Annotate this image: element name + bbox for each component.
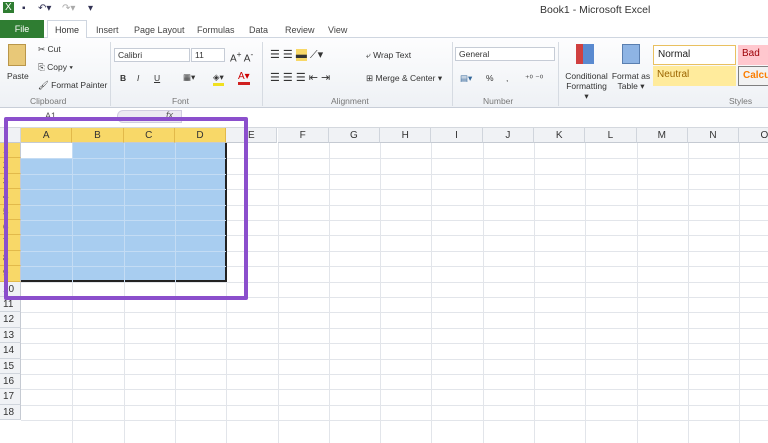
column-header-j[interactable]: J <box>482 128 534 143</box>
tab-formulas[interactable]: Formulas <box>197 25 235 35</box>
wrap-text-label: Wrap Text <box>373 50 412 60</box>
format-as-table-icon[interactable] <box>622 44 640 64</box>
row-header-18[interactable]: 18 <box>0 404 21 421</box>
gridline <box>21 312 768 314</box>
gridline <box>21 374 768 375</box>
grow-font-icon[interactable]: A+ A- <box>230 49 253 64</box>
excel-icon: X <box>3 2 14 13</box>
conditional-formatting-button[interactable]: Conditional Formatting ▾ <box>564 71 609 101</box>
row-header-15[interactable]: 15 <box>0 358 21 374</box>
paste-icon[interactable] <box>8 44 26 66</box>
gridline <box>277 143 279 443</box>
ribbon: Paste ✂ Cut ⎘ Copy ▾ 🖌 Format Painter Cl… <box>0 38 768 108</box>
separator <box>262 42 263 106</box>
clipboard-group-label: Clipboard <box>30 96 67 106</box>
gridline <box>21 358 768 360</box>
separator <box>110 42 111 106</box>
style-normal[interactable]: Normal <box>653 45 736 65</box>
gridline <box>687 143 689 443</box>
separator <box>558 42 559 106</box>
undo-icon[interactable]: ↶▾ <box>38 3 51 14</box>
conditional-formatting-icon[interactable] <box>576 44 594 64</box>
gridline <box>739 143 741 443</box>
number-group-label: Number <box>483 96 514 106</box>
styles-group-label: Styles <box>729 96 753 106</box>
tab-view[interactable]: View <box>328 25 347 35</box>
row-header-17[interactable]: 17 <box>0 389 21 405</box>
font-name-select[interactable]: Calibri <box>114 48 190 62</box>
tab-home[interactable]: Home <box>47 20 87 39</box>
number-format-select[interactable]: General <box>455 47 555 61</box>
font-group-label: Font <box>172 96 190 106</box>
row-header-13[interactable]: 13 <box>0 327 21 344</box>
separator <box>452 42 453 106</box>
comma-button[interactable]: , <box>506 73 508 83</box>
row-header-12[interactable]: 12 <box>0 312 21 328</box>
gridline <box>21 389 768 391</box>
gridline <box>21 327 768 329</box>
style-calculation[interactable]: Calcu <box>738 66 768 86</box>
gridline <box>328 143 330 443</box>
format-painter-button[interactable]: 🖌 Format Painter <box>38 80 107 91</box>
borders-icon[interactable]: ▦▾ <box>183 72 195 83</box>
title-bar: X ▪ ↶▾ ↷▾ ▾ Book1 - Microsoft Excel <box>0 0 768 20</box>
vertical-align-icons[interactable]: ☰ ☰ ▬ ⟋▾ <box>270 48 323 62</box>
row-header-16[interactable]: 16 <box>0 374 21 390</box>
italic-button[interactable]: I <box>137 73 139 83</box>
cut-label: Cut <box>47 44 61 54</box>
merge-center-button[interactable]: ⊞ Merge & Center ▾ <box>366 73 442 84</box>
gridline <box>534 143 535 443</box>
format-painter-label: Format Painter <box>51 80 108 90</box>
gridline <box>482 143 484 443</box>
tab-page-layout[interactable]: Page Layout <box>134 25 185 35</box>
gridline <box>431 143 433 443</box>
wrap-text-button[interactable]: ⤶ Wrap Text <box>366 50 411 61</box>
row-header-14[interactable]: 14 <box>0 343 21 359</box>
gridline <box>21 404 768 406</box>
gridline <box>21 420 768 422</box>
gridline <box>21 343 768 345</box>
column-header-n[interactable]: N <box>687 128 740 143</box>
redo-icon[interactable]: ↷▾ <box>62 3 75 14</box>
currency-icon[interactable]: ▤▾ <box>460 73 472 84</box>
save-icon[interactable]: ▪ <box>22 3 26 14</box>
copy-label: Copy ▾ <box>47 62 73 72</box>
font-color-icon[interactable]: A▾ <box>238 71 250 85</box>
style-bad[interactable]: Bad <box>738 45 768 65</box>
window-title: Book1 - Microsoft Excel <box>540 4 651 16</box>
bold-button[interactable]: B <box>120 73 126 83</box>
decimal-icons[interactable]: ⁺⁰ ⁻⁰ <box>525 73 543 84</box>
column-header-i[interactable]: I <box>431 128 483 143</box>
highlight-box <box>4 117 248 300</box>
tab-review[interactable]: Review <box>285 25 315 35</box>
column-header-k[interactable]: K <box>534 128 586 143</box>
percent-button[interactable]: % <box>486 73 494 83</box>
tab-insert[interactable]: Insert <box>96 25 119 35</box>
font-size-select[interactable]: 11 <box>191 48 225 62</box>
tab-file[interactable]: File <box>0 20 44 38</box>
column-header-h[interactable]: H <box>380 128 432 143</box>
gridline <box>585 143 587 443</box>
merge-label: Merge & Center ▾ <box>375 73 443 83</box>
horizontal-align-icons[interactable]: ☰ ☰ ☰ ⇤ ⇥ <box>270 71 330 84</box>
column-header-l[interactable]: L <box>585 128 637 143</box>
tab-data[interactable]: Data <box>249 25 268 35</box>
customize-icon[interactable]: ▾ <box>88 3 93 14</box>
fill-color-icon[interactable]: ◈▾ <box>213 72 224 86</box>
style-neutral[interactable]: Neutral <box>653 66 736 86</box>
column-header-g[interactable]: G <box>328 128 381 143</box>
gridline <box>636 143 638 443</box>
column-header-o[interactable]: O <box>739 128 768 143</box>
paste-button[interactable]: Paste <box>7 71 29 81</box>
underline-button[interactable]: U <box>154 73 160 83</box>
column-header-f[interactable]: F <box>277 128 329 143</box>
column-header-m[interactable]: M <box>636 128 688 143</box>
cut-button[interactable]: ✂ Cut <box>38 44 61 55</box>
format-as-table-button[interactable]: Format as Table ▾ <box>610 71 652 91</box>
alignment-group-label: Alignment <box>331 96 369 106</box>
copy-button[interactable]: ⎘ Copy ▾ <box>38 62 73 73</box>
gridline <box>380 143 382 443</box>
